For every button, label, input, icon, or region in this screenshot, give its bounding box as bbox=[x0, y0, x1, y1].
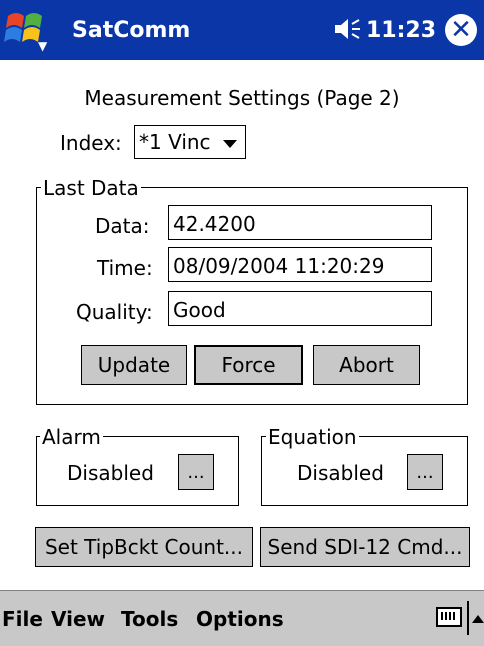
alarm-status: Disabled bbox=[67, 461, 154, 485]
abort-button[interactable]: Abort bbox=[313, 345, 420, 385]
windows-flag-icon[interactable]: ▼ bbox=[4, 6, 54, 54]
alarm-settings-button[interactable]: ... bbox=[178, 454, 214, 490]
equation-status: Disabled bbox=[297, 461, 384, 485]
menu-tools[interactable]: Tools bbox=[121, 607, 178, 631]
index-label: Index: bbox=[60, 131, 122, 155]
up-arrow-icon[interactable] bbox=[472, 615, 484, 623]
update-button[interactable]: Update bbox=[81, 345, 187, 385]
index-dropdown[interactable]: *1 Vinc bbox=[134, 125, 246, 159]
menu-file[interactable]: File bbox=[2, 607, 43, 631]
index-value: *1 Vinc bbox=[139, 130, 211, 154]
clock-time[interactable]: 11:23 bbox=[366, 18, 436, 43]
svg-text:▼: ▼ bbox=[38, 39, 48, 53]
page-heading: Measurement Settings (Page 2) bbox=[84, 86, 400, 110]
alarm-legend: Alarm bbox=[40, 425, 103, 449]
dropdown-arrow-icon bbox=[223, 140, 237, 148]
force-button[interactable]: Force bbox=[194, 345, 303, 385]
quality-field[interactable]: Good bbox=[168, 291, 432, 326]
title-bar: ▼ SatComm 11:23 ✕ bbox=[0, 0, 484, 60]
menu-options[interactable]: Options bbox=[196, 607, 284, 631]
equation-settings-button[interactable]: ... bbox=[407, 454, 443, 490]
menu-view[interactable]: View bbox=[51, 607, 105, 631]
data-label: Data: bbox=[95, 214, 150, 238]
time-field[interactable]: 08/09/2004 11:20:29 bbox=[168, 247, 432, 282]
app-title: SatComm bbox=[72, 18, 191, 43]
last-data-legend: Last Data bbox=[41, 176, 141, 200]
speaker-icon[interactable] bbox=[332, 14, 362, 44]
quality-label: Quality: bbox=[76, 300, 153, 324]
set-tipbucket-count-button[interactable]: Set TipBckt Count... bbox=[35, 527, 253, 567]
menu-separator bbox=[467, 601, 469, 635]
close-icon[interactable]: ✕ bbox=[445, 14, 477, 46]
menu-bar: File View Tools Options bbox=[0, 590, 484, 646]
send-sdi12-command-button[interactable]: Send SDI-12 Cmd... bbox=[260, 527, 470, 567]
data-field[interactable]: 42.4200 bbox=[168, 205, 432, 240]
time-label: Time: bbox=[97, 256, 153, 280]
equation-legend: Equation bbox=[266, 425, 359, 449]
keyboard-icon[interactable] bbox=[436, 607, 462, 627]
